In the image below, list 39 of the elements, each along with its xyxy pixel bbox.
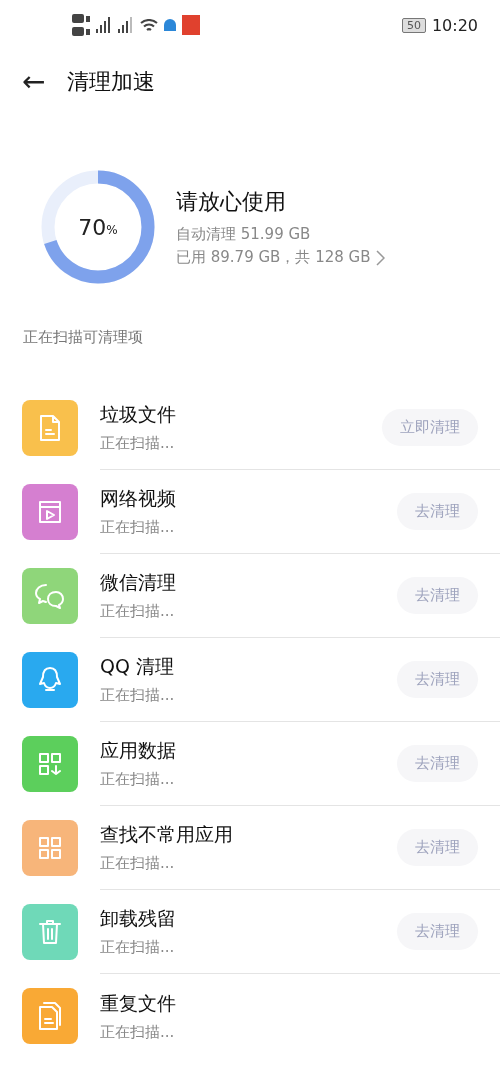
page-title: 清理加速 xyxy=(67,68,156,96)
percent-unit: % xyxy=(106,223,118,237)
documents-icon xyxy=(37,1001,63,1031)
item-title[interactable]: 微信清理 xyxy=(100,570,176,596)
section-title: 正在扫描可清理项 xyxy=(23,327,143,347)
item-status: 正在扫描... xyxy=(100,1022,176,1042)
item-title[interactable]: 查找不常用应用 xyxy=(100,822,233,848)
chat-icon xyxy=(34,582,66,610)
back-button[interactable]: ← xyxy=(22,68,46,96)
item-status: 正在扫描... xyxy=(100,938,176,957)
document-icon xyxy=(38,414,62,442)
item-title[interactable]: QQ 清理 xyxy=(100,654,175,680)
item-status: 正在扫描... xyxy=(100,518,176,537)
penguin-icon xyxy=(38,666,62,694)
wifi-icon xyxy=(140,19,158,31)
battery-indicator: 50 xyxy=(401,17,426,33)
status-headline: 请放心使用 xyxy=(176,188,287,216)
item-title[interactable]: 重复文件 xyxy=(100,990,176,1017)
chevron-right-icon[interactable] xyxy=(376,249,386,266)
signal-icon xyxy=(118,17,134,33)
hd-call-icon xyxy=(72,13,90,37)
status-time: 10:20 xyxy=(431,15,478,35)
auto-clean-text: 自动清理 51.99 GB xyxy=(176,225,312,244)
item-status: 正在扫描... xyxy=(100,770,176,789)
item-status: 正在扫描... xyxy=(100,854,176,873)
item-title[interactable]: 网络视频 xyxy=(100,486,176,512)
item-status: 正在扫描... xyxy=(100,434,176,453)
item-title[interactable]: 应用数据 xyxy=(100,738,176,764)
item-title[interactable]: 垃圾文件 xyxy=(100,402,176,428)
storage-usage-link[interactable]: 已用 89.79 GB，共 128 GB xyxy=(176,248,371,267)
signal-icon xyxy=(96,17,112,33)
video-icon xyxy=(37,499,63,525)
trash-icon xyxy=(38,918,62,946)
item-status: 正在扫描... xyxy=(100,602,176,621)
usage-percent: 70 xyxy=(78,214,107,240)
grid-icon xyxy=(37,835,63,861)
item-status: 正在扫描... xyxy=(100,686,175,705)
grid-download-icon xyxy=(37,751,63,777)
item-title[interactable]: 卸载残留 xyxy=(100,906,176,932)
